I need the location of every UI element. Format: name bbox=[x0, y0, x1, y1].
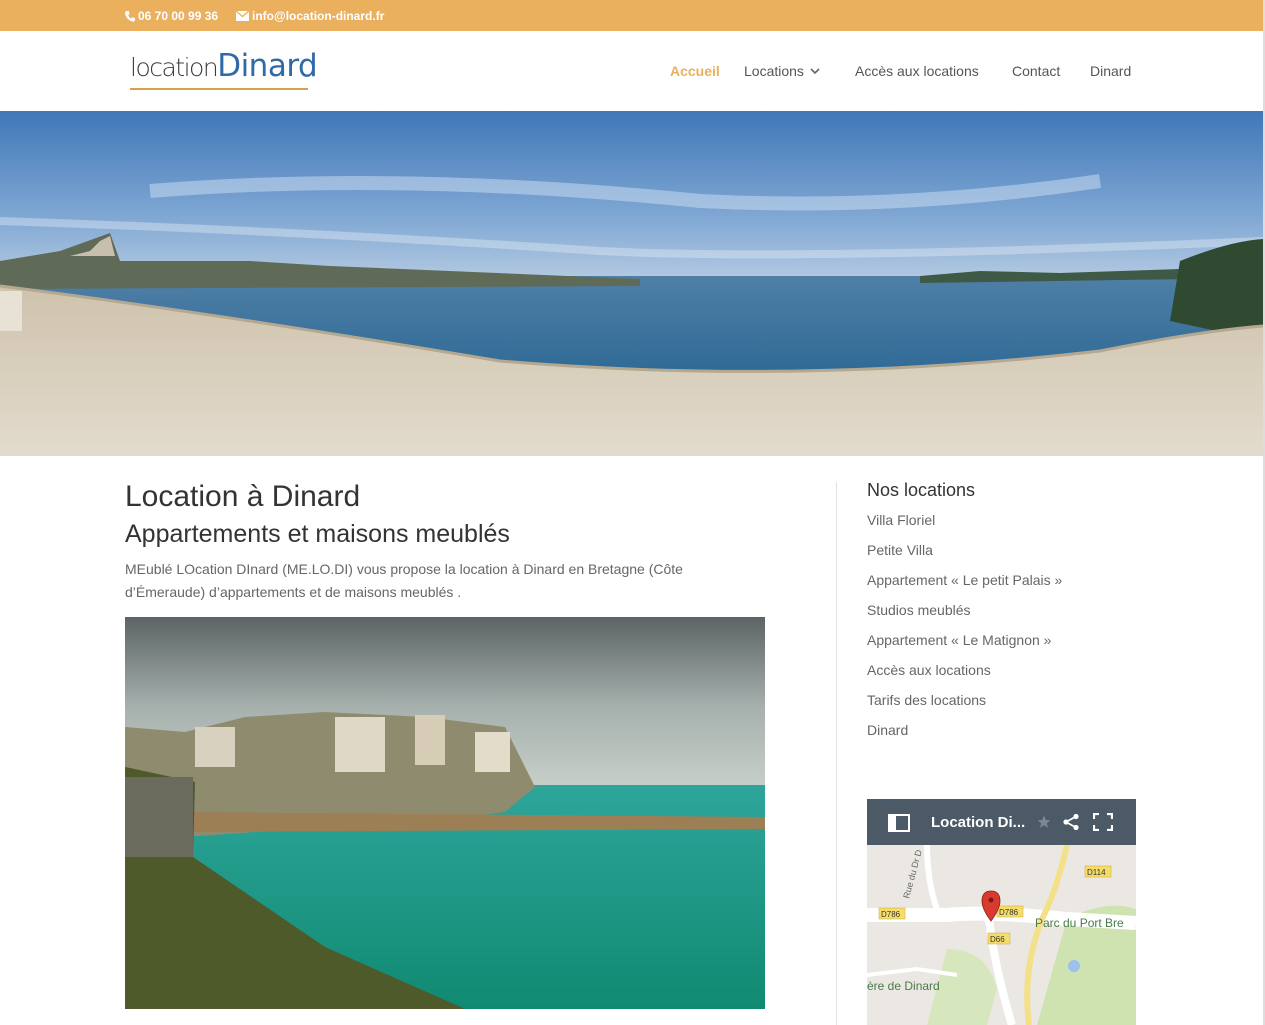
sidebar-link-petite-villa[interactable]: Petite Villa bbox=[867, 542, 933, 558]
hero-image bbox=[0, 111, 1263, 456]
embedded-map[interactable]: D786 D786 D114 D66 Parc du Port Bre ère … bbox=[867, 799, 1136, 1025]
logo-text-dinard: Dinard bbox=[217, 48, 318, 84]
logo-underline bbox=[130, 88, 308, 90]
sidebar-title: Nos locations bbox=[867, 480, 976, 500]
map-label-parc: Parc du Port Bre bbox=[1035, 916, 1124, 930]
map-toolbar: Location Di... bbox=[867, 799, 1136, 845]
page-title: Location à Dinard bbox=[125, 480, 361, 513]
nav-label: Accueil bbox=[670, 63, 720, 79]
nav-item-locations[interactable]: Locations bbox=[744, 63, 822, 79]
map-title[interactable]: Location Di... bbox=[931, 814, 1025, 831]
map-label-dinard: ère de Dinard bbox=[867, 979, 940, 993]
sidebar-link-matignon[interactable]: Appartement « Le Matignon » bbox=[867, 632, 1051, 648]
email-icon bbox=[236, 11, 249, 21]
nav-item-acces[interactable]: Accès aux locations bbox=[855, 63, 979, 79]
email-contact[interactable]: info@location-dinard.fr bbox=[236, 9, 384, 23]
fullscreen-icon[interactable] bbox=[1093, 813, 1113, 831]
nav-item-accueil[interactable]: Accueil bbox=[670, 63, 720, 79]
phone-icon bbox=[125, 10, 135, 22]
nav-label: Accès aux locations bbox=[855, 63, 979, 79]
logo-text-location: location bbox=[130, 53, 219, 82]
sidebar-link-villa-floriel[interactable]: Villa Floriel bbox=[867, 512, 935, 528]
sidebar-panel-icon[interactable] bbox=[888, 814, 910, 832]
coast-image bbox=[125, 617, 765, 1009]
site-logo[interactable]: locationDinard bbox=[130, 48, 318, 92]
map-label-d114: D114 bbox=[1087, 868, 1106, 877]
hero-beach-panorama bbox=[0, 111, 1263, 456]
nav-item-dinard[interactable]: Dinard bbox=[1090, 63, 1131, 79]
share-icon[interactable] bbox=[1062, 813, 1080, 831]
star-icon[interactable] bbox=[1037, 815, 1051, 829]
sidebar-link-acces[interactable]: Accès aux locations bbox=[867, 662, 991, 678]
nav-label: Locations bbox=[744, 63, 804, 79]
nav-label: Dinard bbox=[1090, 63, 1132, 79]
email-address[interactable]: info@location-dinard.fr bbox=[252, 9, 384, 23]
chevron-down-icon bbox=[810, 68, 820, 75]
nav-item-contact[interactable]: Contact bbox=[1012, 63, 1060, 79]
phone-contact[interactable]: 06 70 00 99 36 bbox=[125, 9, 218, 23]
column-divider bbox=[836, 482, 837, 1025]
map-label-d66: D66 bbox=[990, 935, 1005, 944]
intro-paragraph: MEublé LOcation DInard (ME.LO.DI) vous p… bbox=[125, 561, 683, 600]
phone-number[interactable]: 06 70 00 99 36 bbox=[138, 9, 218, 23]
page-subtitle: Appartements et maisons meublés bbox=[125, 520, 510, 548]
site-header: locationDinard Accueil Locations Accès a… bbox=[0, 31, 1263, 111]
map-label-d786-right: D786 bbox=[999, 908, 1019, 917]
top-bar: 06 70 00 99 36 info@location-dinard.fr bbox=[0, 0, 1263, 31]
map-label-d786-left: D786 bbox=[881, 910, 901, 919]
sidebar-link-tarifs[interactable]: Tarifs des locations bbox=[867, 692, 986, 708]
nav-label: Contact bbox=[1012, 63, 1061, 79]
sidebar-link-petit-palais[interactable]: Appartement « Le petit Palais » bbox=[867, 572, 1062, 588]
dinard-coast-photo bbox=[125, 617, 765, 1009]
sidebar-link-dinard[interactable]: Dinard bbox=[867, 722, 908, 738]
sidebar-link-studios[interactable]: Studios meublés bbox=[867, 602, 971, 618]
